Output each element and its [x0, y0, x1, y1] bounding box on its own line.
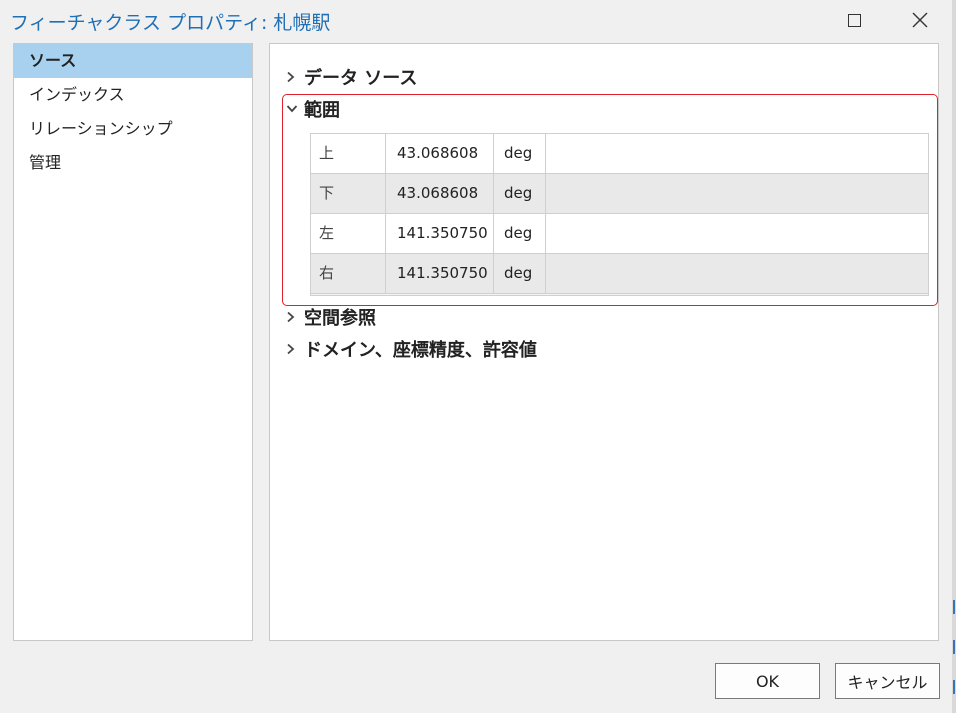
- table-cell-empty: [546, 214, 928, 253]
- section-label: データ ソース: [304, 68, 418, 89]
- window-title: フィーチャクラス プロパティ: 札幌駅: [10, 12, 331, 34]
- section-domain[interactable]: ドメイン、座標精度、許容値: [286, 336, 537, 362]
- extent-table: 上 43.068608 deg 下 43.068608 deg 左 141.35…: [310, 133, 929, 296]
- table-row: 上 43.068608 deg: [311, 134, 928, 174]
- extent-unit-right: deg: [494, 254, 546, 293]
- close-icon: [912, 12, 928, 28]
- table-row: 左 141.350750 deg: [311, 214, 928, 254]
- main-panel: データ ソース 範囲 上 43.068608 deg 下 43.068608 d…: [269, 43, 939, 641]
- edge-marker: [953, 640, 955, 654]
- title-bar: フィーチャクラス プロパティ: 札幌駅: [0, 0, 956, 40]
- edge-marker: [953, 680, 955, 694]
- sidebar-item-manage[interactable]: 管理: [14, 146, 252, 180]
- sidebar: ソース インデックス リレーションシップ 管理: [13, 43, 253, 641]
- extent-value-top[interactable]: 43.068608: [386, 134, 494, 173]
- extent-unit-bottom: deg: [494, 174, 546, 213]
- table-cell-empty: [546, 134, 928, 173]
- table-row: 下 43.068608 deg: [311, 174, 928, 214]
- close-button[interactable]: [898, 4, 942, 36]
- extent-unit-left: deg: [494, 214, 546, 253]
- section-label: ドメイン、座標精度、許容値: [304, 340, 537, 361]
- extent-label-bottom: 下: [311, 174, 386, 213]
- chevron-right-icon: [286, 311, 304, 323]
- extent-value-right[interactable]: 141.350750: [386, 254, 494, 293]
- window-edge: [952, 0, 956, 713]
- section-label: 空間参照: [304, 308, 376, 329]
- chevron-right-icon: [286, 343, 304, 355]
- extent-value-bottom[interactable]: 43.068608: [386, 174, 494, 213]
- cancel-button[interactable]: キャンセル: [835, 663, 940, 699]
- chevron-right-icon: [286, 71, 304, 83]
- extent-label-right: 右: [311, 254, 386, 293]
- edge-marker: [953, 600, 955, 614]
- maximize-icon: [847, 13, 861, 27]
- sidebar-item-source[interactable]: ソース: [14, 44, 252, 78]
- extent-unit-top: deg: [494, 134, 546, 173]
- sidebar-item-relationships[interactable]: リレーションシップ: [14, 112, 252, 146]
- table-row: 右 141.350750 deg: [311, 254, 928, 294]
- section-data-source[interactable]: データ ソース: [286, 64, 417, 90]
- section-spatial-reference[interactable]: 空間参照: [286, 304, 376, 330]
- extent-label-top: 上: [311, 134, 386, 173]
- extent-value-left[interactable]: 141.350750: [386, 214, 494, 253]
- table-cell-empty: [546, 174, 928, 213]
- extent-label-left: 左: [311, 214, 386, 253]
- table-cell-empty: [546, 254, 928, 293]
- sidebar-item-indexes[interactable]: インデックス: [14, 78, 252, 112]
- ok-button[interactable]: OK: [715, 663, 820, 699]
- maximize-button[interactable]: [832, 4, 876, 36]
